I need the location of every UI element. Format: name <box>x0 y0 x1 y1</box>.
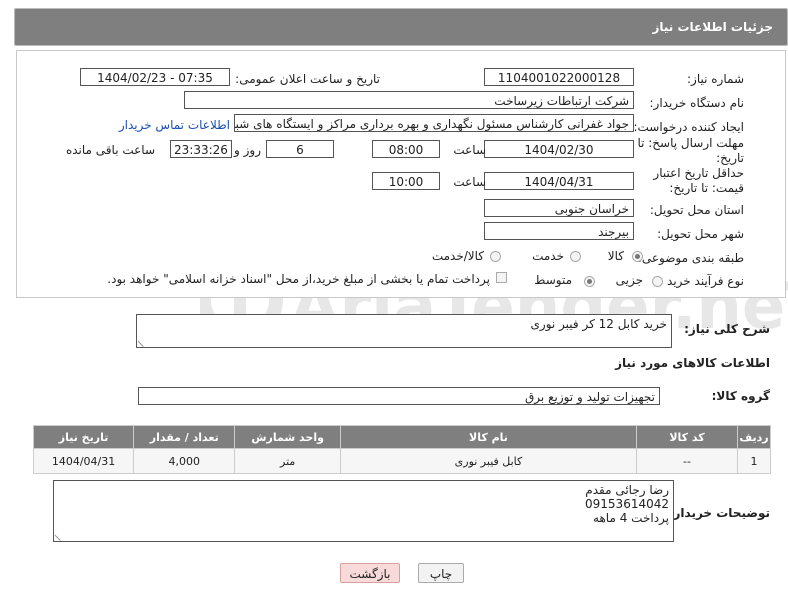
buyer-notes-label: توضیحات خریدار: <box>668 506 770 520</box>
remaining-label: ساعت باقی مانده <box>65 143 155 157</box>
cell-quantity: 4,000 <box>133 448 236 474</box>
print-button[interactable]: چاپ <box>418 563 464 583</box>
col-item-code: کد کالا <box>636 425 738 449</box>
goods-group-field: تجهیزات تولید و توزیع برق <box>138 387 660 405</box>
requester-field: جواد غفرانی کارشناس مسئول نگهداری و بهره… <box>234 114 634 132</box>
goods-section-title: اطلاعات کالاهای مورد نیاز <box>615 356 770 370</box>
col-need-date: تاریخ نیاز <box>32 425 135 449</box>
days-label: روز و <box>234 143 261 157</box>
days-field: 6 <box>266 140 334 158</box>
validity-label: حداقل تاریخ اعتبار قیمت: تا تاریخ: <box>653 166 744 195</box>
col-item-name: نام کالا <box>339 425 638 449</box>
buyer-notes-line-3: پرداخت 4 ماهه <box>593 511 669 525</box>
col-row-number: ردیف <box>736 425 772 449</box>
city-label: شهر محل تحویل: <box>657 227 744 241</box>
treasury-payment-note: پرداخت تمام یا بخشی از مبلغ خرید،از محل … <box>107 272 490 286</box>
category-label: طبقه بندی موضوعی: <box>637 251 744 265</box>
province-field: خراسان جنوبی <box>484 199 634 217</box>
category-option-goods: کالا <box>607 249 624 263</box>
category-option-both: کالا/خدمت <box>431 249 484 263</box>
resize-grip-icon[interactable] <box>137 334 150 348</box>
cell-item-name: کابل فیبر نوری <box>339 448 638 474</box>
summary-field: خرید کابل 12 کر فیبر نوری <box>136 314 672 348</box>
page-title: جزئیات اطلاعات نیاز <box>652 20 773 34</box>
cell-row-number: 1 <box>736 448 772 474</box>
goods-group-label: گروه کالا: <box>711 389 770 403</box>
resize-grip-icon[interactable] <box>54 528 67 542</box>
table-row[interactable]: 1404/04/31 4,000 متر کابل فیبر نوری -- 1 <box>32 448 772 474</box>
process-radio-medium[interactable] <box>584 276 595 287</box>
back-button[interactable]: بازگشت <box>340 563 400 583</box>
announce-label: تاریخ و ساعت اعلان عمومی: <box>235 72 380 86</box>
category-option-service: خدمت <box>532 249 564 263</box>
city-field: بیرجند <box>484 222 634 240</box>
province-label: استان محل تحویل: <box>649 203 744 217</box>
need-number-label: شماره نیاز: <box>687 72 744 86</box>
announce-field: 1404/02/23 - 07:35 <box>80 68 230 86</box>
process-option-medium: متوسط <box>534 273 572 287</box>
deadline-time-label: ساعت <box>453 143 486 157</box>
cell-need-date: 1404/04/31 <box>32 448 135 474</box>
buyer-notes-field: رضا رجائی مقدم 09153614042 پرداخت 4 ماهه <box>53 480 674 542</box>
cell-unit: متر <box>234 448 341 474</box>
col-quantity: تعداد / مقدار <box>133 425 236 449</box>
process-option-minor: جزیی <box>615 273 643 287</box>
contact-info-link[interactable]: اطلاعات تماس خریدار <box>119 118 230 132</box>
process-radio-minor[interactable] <box>652 276 663 287</box>
deadline-date-field: 1404/02/30 <box>484 140 634 158</box>
validity-time-label: ساعت <box>453 175 486 189</box>
category-radio-both[interactable] <box>490 251 501 262</box>
deadline-time-field: 08:00 <box>372 140 440 158</box>
cell-item-code: -- <box>636 448 738 474</box>
category-radio-goods[interactable] <box>632 251 643 262</box>
category-radio-service[interactable] <box>570 251 581 262</box>
buyer-notes-line-1: رضا رجائی مقدم <box>585 483 669 497</box>
col-unit: واحد شمارش <box>234 425 341 449</box>
buyer-org-label: نام دستگاه خریدار: <box>649 96 745 110</box>
need-number-field: 1104001022000128 <box>484 68 634 86</box>
treasury-payment-checkbox[interactable] <box>496 272 507 283</box>
items-table: تاریخ نیاز تعداد / مقدار واحد شمارش نام … <box>32 425 772 474</box>
summary-text: خرید کابل 12 کر فیبر نوری <box>530 317 668 331</box>
validity-date-field: 1404/04/31 <box>484 172 634 190</box>
validity-time-field: 10:00 <box>372 172 440 190</box>
deadline-label: مهلت ارسال پاسخ: تا تاریخ: <box>637 136 744 165</box>
buyer-notes-line-2: 09153614042 <box>585 497 669 511</box>
requester-label: ایجاد کننده درخواست: <box>633 120 744 134</box>
table-header-row: تاریخ نیاز تعداد / مقدار واحد شمارش نام … <box>32 425 772 449</box>
buyer-org-field: شرکت ارتباطات زیرساخت <box>184 91 634 109</box>
remaining-time-field: 23:33:26 <box>170 140 232 158</box>
summary-label: شرح کلی نیاز: <box>684 322 770 336</box>
process-label: نوع فرآیند خرید : <box>659 274 744 288</box>
page-header: جزئیات اطلاعات نیاز <box>14 8 788 46</box>
